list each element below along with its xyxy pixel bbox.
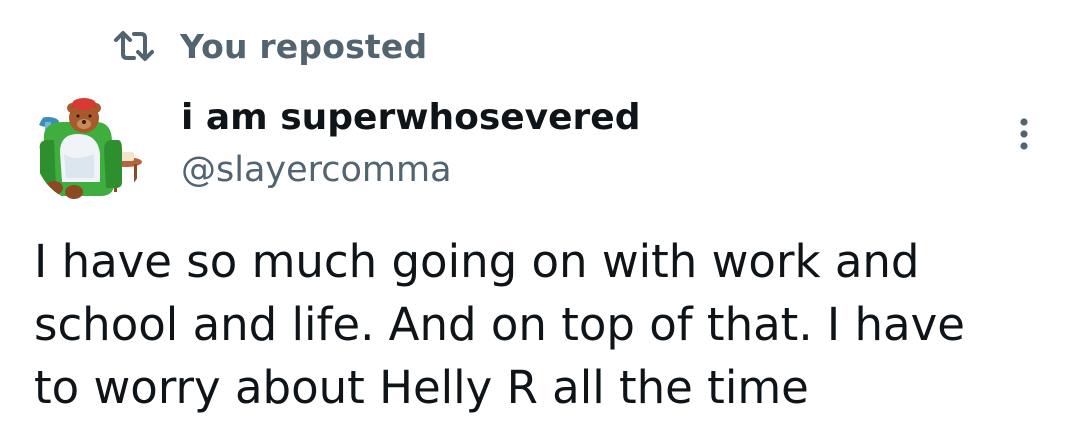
repost-indicator: You reposted [112, 22, 427, 70]
more-options-button[interactable] [1006, 112, 1042, 160]
author-display-name[interactable]: i am superwhosevered [181, 94, 641, 142]
author-handle[interactable]: @slayercomma [181, 146, 452, 194]
repost-icon [112, 28, 156, 64]
more-vertical-icon [1018, 114, 1030, 158]
repost-label: You reposted [180, 26, 428, 66]
post-text: I have so much going on with work and sc… [34, 235, 965, 414]
avatar[interactable] [34, 92, 146, 204]
